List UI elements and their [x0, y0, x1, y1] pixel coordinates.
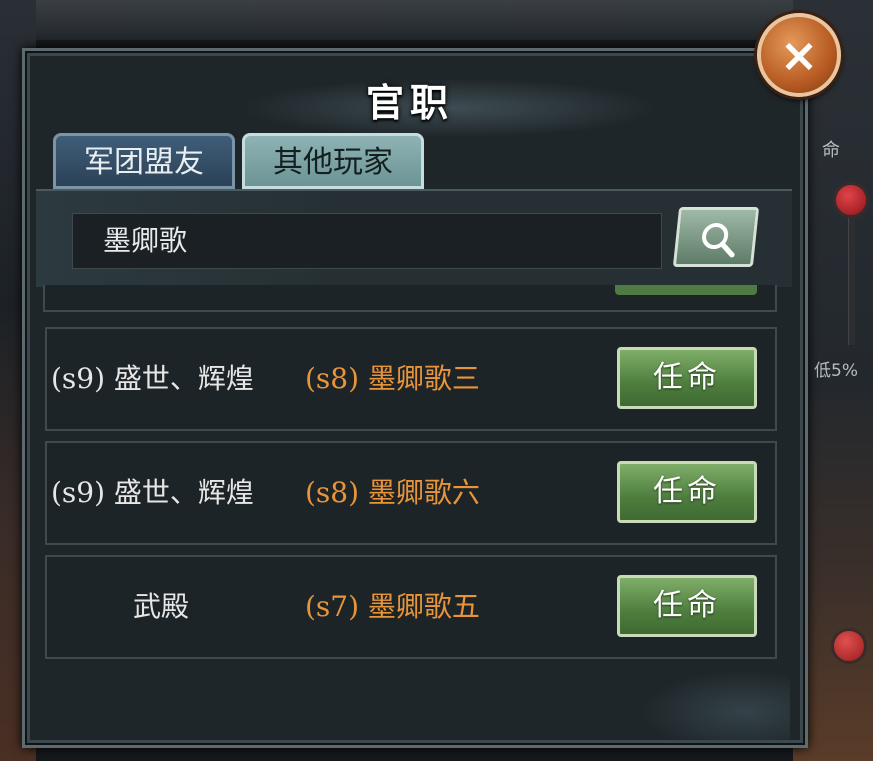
list-item-partial	[43, 285, 777, 312]
background-slider-knob	[833, 182, 869, 218]
guild-name: (s9) 盛世、辉煌	[51, 476, 254, 509]
guild-name: 武殿	[133, 590, 190, 623]
background-top	[0, 0, 873, 40]
list-item: (s9) 盛世、辉煌 (s8) 墨卿歌三 任命	[45, 327, 777, 431]
search-icon	[702, 223, 735, 258]
appoint-button[interactable]: 任命	[617, 347, 757, 409]
close-button[interactable]: ×	[757, 13, 841, 97]
search-button[interactable]	[672, 207, 760, 267]
background-label-top: 命	[822, 140, 840, 161]
player-name: (s8) 墨卿歌三	[305, 362, 480, 395]
background-slider-track	[848, 215, 855, 345]
background-label-mid: 低5%	[814, 361, 858, 381]
tab-other-players[interactable]: 其他玩家	[242, 133, 424, 189]
tab-legion-allies[interactable]: 军团盟友	[53, 133, 235, 189]
appoint-button[interactable]: 任命	[617, 575, 757, 637]
player-name: (s8) 墨卿歌六	[305, 476, 480, 509]
cloud-decoration	[640, 670, 790, 740]
list-item: 武殿 (s7) 墨卿歌五 任命	[45, 555, 777, 659]
search-input[interactable]: 墨卿歌	[72, 213, 662, 269]
background-minus-icon	[831, 628, 867, 664]
list-item: (s9) 盛世、辉煌 (s8) 墨卿歌六 任命	[45, 441, 777, 545]
appoint-button[interactable]: 任命	[617, 461, 757, 523]
dialog-title: 官职	[365, 80, 454, 125]
player-name: (s7) 墨卿歌五	[305, 590, 480, 623]
guild-name: (s9) 盛世、辉煌	[51, 362, 254, 395]
appoint-button-partial[interactable]	[615, 285, 757, 295]
close-icon: ×	[779, 28, 819, 82]
